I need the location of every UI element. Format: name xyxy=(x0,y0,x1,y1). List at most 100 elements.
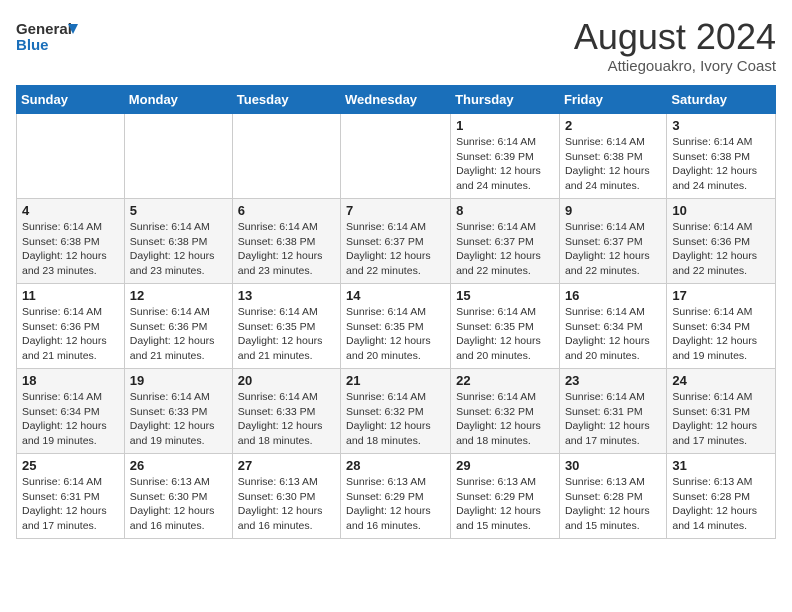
day-info: Sunrise: 6:14 AM Sunset: 6:38 PM Dayligh… xyxy=(565,135,661,194)
day-info: Sunrise: 6:14 AM Sunset: 6:34 PM Dayligh… xyxy=(672,305,770,364)
page-title: August 2024 xyxy=(574,16,776,58)
calendar-cell: 8 Sunrise: 6:14 AM Sunset: 6:37 PM Daylig… xyxy=(451,199,560,284)
day-info: Sunrise: 6:14 AM Sunset: 6:34 PM Dayligh… xyxy=(22,390,119,449)
calendar-cell: 9 Sunrise: 6:14 AM Sunset: 6:37 PM Daylig… xyxy=(559,199,666,284)
day-of-week-header: Wednesday xyxy=(341,86,451,114)
calendar-cell: 18Sunrise: 6:14 AM Sunset: 6:34 PM Dayli… xyxy=(17,369,125,454)
calendar-cell: 10 Sunrise: 6:14 AM Sunset: 6:36 PM Dayli… xyxy=(667,199,776,284)
calendar-cell: 16Sunrise: 6:14 AM Sunset: 6:34 PM Dayli… xyxy=(559,284,666,369)
page-header: General Blue August 2024 Attiegouakro, I… xyxy=(16,16,776,75)
day-info: Sunrise: 6:14 AM Sunset: 6:38 PM Dayligh… xyxy=(22,220,119,279)
day-of-week-header: Saturday xyxy=(667,86,776,114)
day-number: 28 xyxy=(346,458,445,473)
day-info: Sunrise: 6:14 AM Sunset: 6:31 PM Dayligh… xyxy=(672,390,770,449)
day-info: Sunrise: 6:14 AM Sunset: 6:36 PM Dayligh… xyxy=(130,305,227,364)
day-info: Sunrise: 6:14 AM Sunset: 6:37 PM Dayligh… xyxy=(456,220,554,279)
day-info: Sunrise: 6:14 AM Sunset: 6:35 PM Dayligh… xyxy=(238,305,335,364)
calendar-cell: 7 Sunrise: 6:14 AM Sunset: 6:37 PM Daylig… xyxy=(341,199,451,284)
day-info: Sunrise: 6:14 AM Sunset: 6:34 PM Dayligh… xyxy=(565,305,661,364)
day-number: 26 xyxy=(130,458,227,473)
day-info: Sunrise: 6:14 AM Sunset: 6:36 PM Dayligh… xyxy=(22,305,119,364)
calendar-cell: 5 Sunrise: 6:14 AM Sunset: 6:38 PM Daylig… xyxy=(124,199,232,284)
day-of-week-header: Tuesday xyxy=(232,86,340,114)
calendar-header: SundayMondayTuesdayWednesdayThursdayFrid… xyxy=(17,86,776,114)
svg-text:Blue: Blue xyxy=(16,37,49,54)
day-info: Sunrise: 6:14 AM Sunset: 6:31 PM Dayligh… xyxy=(565,390,661,449)
day-number: 5 xyxy=(130,203,227,218)
calendar-cell: 4 Sunrise: 6:14 AM Sunset: 6:38 PM Daylig… xyxy=(17,199,125,284)
day-number: 21 xyxy=(346,373,445,388)
day-info: Sunrise: 6:14 AM Sunset: 6:39 PM Dayligh… xyxy=(456,135,554,194)
day-number: 10 xyxy=(672,203,770,218)
day-of-week-header: Thursday xyxy=(451,86,560,114)
day-info: Sunrise: 6:13 AM Sunset: 6:28 PM Dayligh… xyxy=(565,475,661,534)
day-number: 22 xyxy=(456,373,554,388)
day-number: 11 xyxy=(22,288,119,303)
day-number: 15 xyxy=(456,288,554,303)
calendar-week-row: 25Sunrise: 6:14 AM Sunset: 6:31 PM Dayli… xyxy=(17,454,776,539)
calendar-cell: 12 Sunrise: 6:14 AM Sunset: 6:36 PM Dayli… xyxy=(124,284,232,369)
calendar-cell: 19Sunrise: 6:14 AM Sunset: 6:33 PM Dayli… xyxy=(124,369,232,454)
calendar-table: SundayMondayTuesdayWednesdayThursdayFrid… xyxy=(16,85,776,539)
day-number: 30 xyxy=(565,458,661,473)
day-number: 9 xyxy=(565,203,661,218)
day-info: Sunrise: 6:14 AM Sunset: 6:33 PM Dayligh… xyxy=(130,390,227,449)
calendar-cell: 2Sunrise: 6:14 AM Sunset: 6:38 PM Daylig… xyxy=(559,114,666,199)
calendar-cell xyxy=(232,114,340,199)
logo-svg: General Blue xyxy=(16,16,96,56)
day-number: 14 xyxy=(346,288,445,303)
day-number: 25 xyxy=(22,458,119,473)
calendar-cell: 1 Sunrise: 6:14 AM Sunset: 6:39 PM Daylig… xyxy=(451,114,560,199)
day-info: Sunrise: 6:14 AM Sunset: 6:38 PM Dayligh… xyxy=(130,220,227,279)
calendar-cell xyxy=(341,114,451,199)
day-info: Sunrise: 6:14 AM Sunset: 6:32 PM Dayligh… xyxy=(456,390,554,449)
day-number: 6 xyxy=(238,203,335,218)
title-block: August 2024 Attiegouakro, Ivory Coast xyxy=(574,16,776,75)
day-info: Sunrise: 6:14 AM Sunset: 6:32 PM Dayligh… xyxy=(346,390,445,449)
day-info: Sunrise: 6:13 AM Sunset: 6:29 PM Dayligh… xyxy=(456,475,554,534)
day-number: 24 xyxy=(672,373,770,388)
calendar-week-row: 18Sunrise: 6:14 AM Sunset: 6:34 PM Dayli… xyxy=(17,369,776,454)
day-info: Sunrise: 6:14 AM Sunset: 6:37 PM Dayligh… xyxy=(346,220,445,279)
calendar-cell: 27Sunrise: 6:13 AM Sunset: 6:30 PM Dayli… xyxy=(232,454,340,539)
calendar-cell xyxy=(17,114,125,199)
day-info: Sunrise: 6:13 AM Sunset: 6:29 PM Dayligh… xyxy=(346,475,445,534)
calendar-cell: 14 Sunrise: 6:14 AM Sunset: 6:35 PM Dayli… xyxy=(341,284,451,369)
day-number: 3 xyxy=(672,118,770,133)
day-number: 12 xyxy=(130,288,227,303)
calendar-cell: 22 Sunrise: 6:14 AM Sunset: 6:32 PM Dayli… xyxy=(451,369,560,454)
day-number: 17 xyxy=(672,288,770,303)
calendar-cell: 13 Sunrise: 6:14 AM Sunset: 6:35 PM Dayli… xyxy=(232,284,340,369)
calendar-cell: 24 Sunrise: 6:14 AM Sunset: 6:31 PM Dayli… xyxy=(667,369,776,454)
day-of-week-header: Monday xyxy=(124,86,232,114)
calendar-cell: 6 Sunrise: 6:14 AM Sunset: 6:38 PM Daylig… xyxy=(232,199,340,284)
day-number: 13 xyxy=(238,288,335,303)
day-number: 31 xyxy=(672,458,770,473)
calendar-cell: 30 Sunrise: 6:13 AM Sunset: 6:28 PM Dayli… xyxy=(559,454,666,539)
day-number: 7 xyxy=(346,203,445,218)
calendar-cell xyxy=(124,114,232,199)
calendar-week-row: 11 Sunrise: 6:14 AM Sunset: 6:36 PM Dayli… xyxy=(17,284,776,369)
svg-text:General: General xyxy=(16,21,72,38)
calendar-cell: 3 Sunrise: 6:14 AM Sunset: 6:38 PM Daylig… xyxy=(667,114,776,199)
day-number: 1 xyxy=(456,118,554,133)
logo: General Blue xyxy=(16,16,96,56)
day-info: Sunrise: 6:13 AM Sunset: 6:30 PM Dayligh… xyxy=(130,475,227,534)
day-number: 29 xyxy=(456,458,554,473)
page-subtitle: Attiegouakro, Ivory Coast xyxy=(574,58,776,75)
day-info: Sunrise: 6:14 AM Sunset: 6:38 PM Dayligh… xyxy=(238,220,335,279)
calendar-cell: 26 Sunrise: 6:13 AM Sunset: 6:30 PM Dayli… xyxy=(124,454,232,539)
day-of-week-header: Friday xyxy=(559,86,666,114)
day-info: Sunrise: 6:14 AM Sunset: 6:38 PM Dayligh… xyxy=(672,135,770,194)
calendar-cell: 25Sunrise: 6:14 AM Sunset: 6:31 PM Dayli… xyxy=(17,454,125,539)
day-info: Sunrise: 6:14 AM Sunset: 6:37 PM Dayligh… xyxy=(565,220,661,279)
day-number: 4 xyxy=(22,203,119,218)
day-info: Sunrise: 6:14 AM Sunset: 6:35 PM Dayligh… xyxy=(346,305,445,364)
calendar-cell: 11 Sunrise: 6:14 AM Sunset: 6:36 PM Dayli… xyxy=(17,284,125,369)
calendar-cell: 28 Sunrise: 6:13 AM Sunset: 6:29 PM Dayli… xyxy=(341,454,451,539)
day-info: Sunrise: 6:14 AM Sunset: 6:36 PM Dayligh… xyxy=(672,220,770,279)
calendar-cell: 15Sunrise: 6:14 AM Sunset: 6:35 PM Dayli… xyxy=(451,284,560,369)
day-info: Sunrise: 6:13 AM Sunset: 6:30 PM Dayligh… xyxy=(238,475,335,534)
day-number: 8 xyxy=(456,203,554,218)
day-info: Sunrise: 6:14 AM Sunset: 6:33 PM Dayligh… xyxy=(238,390,335,449)
